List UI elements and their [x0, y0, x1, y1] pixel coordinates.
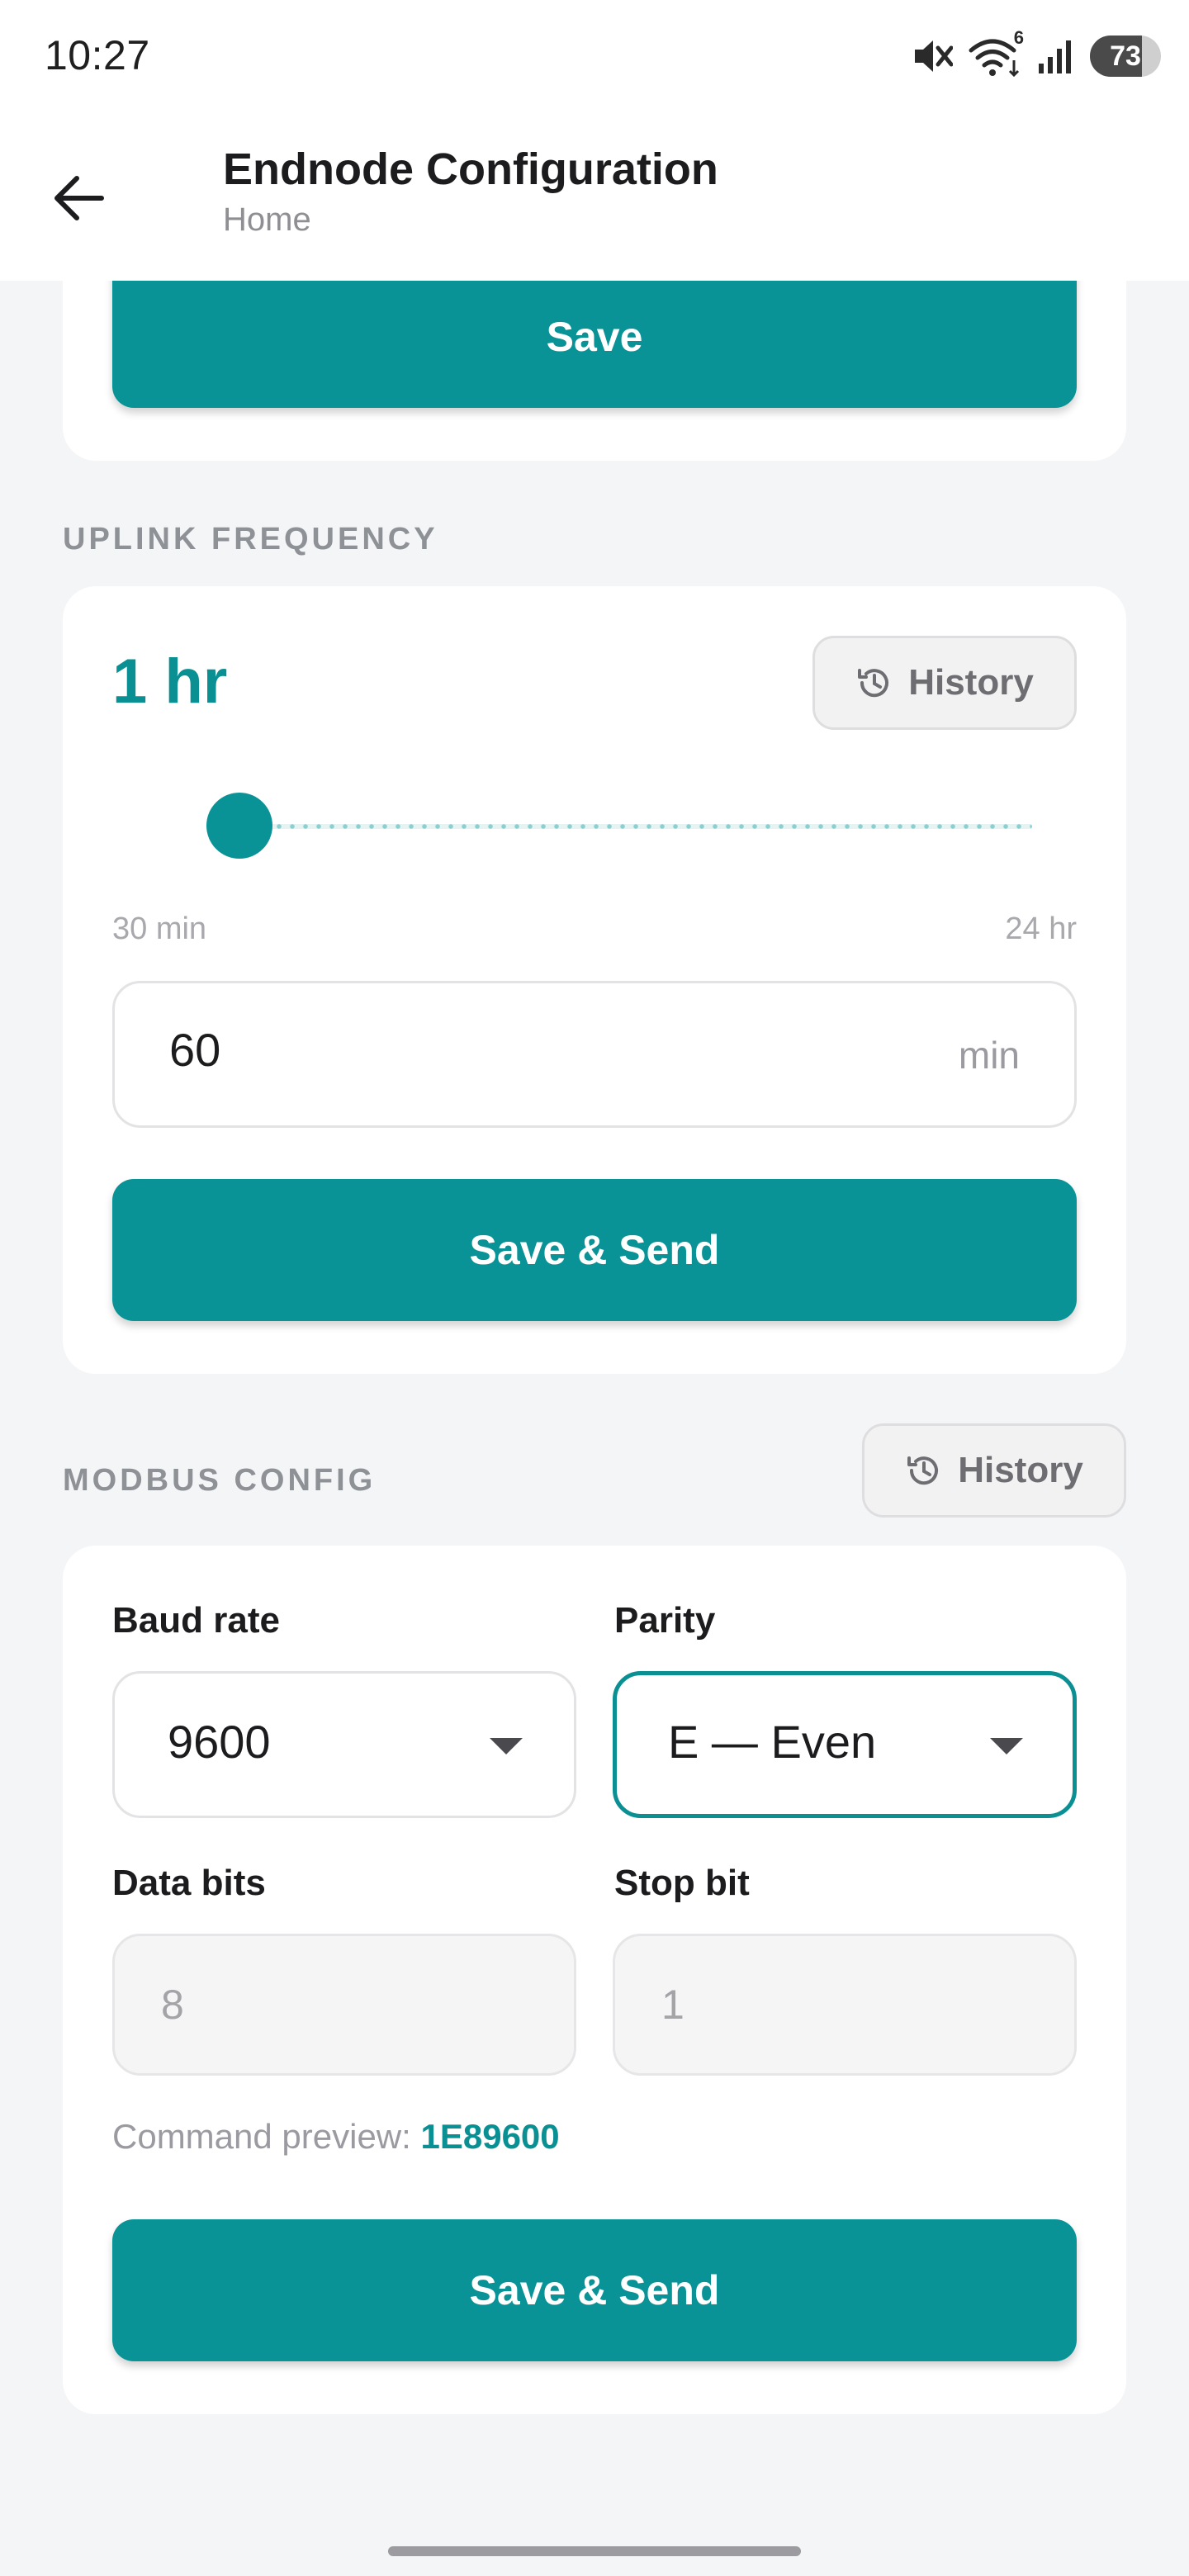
baud-rate-label: Baud rate: [112, 1600, 280, 1641]
stop-bit-value: 1: [661, 1982, 685, 2028]
battery-icon: 73: [1090, 36, 1161, 77]
history-icon: [858, 669, 889, 698]
command-preview-value: 1E89600: [420, 2117, 560, 2156]
slider-thumb[interactable]: [206, 793, 272, 859]
uplink-frequency-value: 1 hr: [112, 646, 228, 717]
page-title: Endnode Configuration: [223, 144, 718, 194]
parity-value: E — Even: [668, 1716, 877, 1768]
modbus-history-button[interactable]: History: [862, 1423, 1126, 1518]
uplink-frequency-slider[interactable]: [206, 793, 1032, 859]
modbus-config-card: Baud rate Parity 9600 E — Even Data bits…: [63, 1546, 1126, 2414]
uplink-minutes-suffix: min: [958, 1034, 1020, 1077]
history-label: History: [958, 1450, 1083, 1490]
stop-bit-field: 1: [613, 1934, 1077, 2076]
wifi-icon: 6: [968, 27, 1024, 77]
status-icons: 6 73: [912, 27, 1161, 79]
data-bits-field: 8: [112, 1934, 576, 2076]
uplink-history-button[interactable]: History: [812, 636, 1077, 730]
uplink-frequency-card: 1 hr History 30 min 24 hr 60 min Save & …: [63, 586, 1126, 1374]
baud-rate-select[interactable]: 9600: [112, 1671, 576, 1818]
stop-bit-label: Stop bit: [614, 1863, 750, 1903]
modbus-section-label: MODBUS CONFIG: [63, 1463, 377, 1498]
command-preview-label: Command preview:: [112, 2117, 411, 2156]
app-bar: Endnode Configuration Home: [0, 112, 1189, 281]
uplink-save-send-button[interactable]: Save & Send: [112, 1179, 1077, 1321]
mute-icon: [912, 36, 953, 76]
battery-level: 73: [1110, 40, 1141, 72]
data-bits-label: Data bits: [112, 1863, 266, 1903]
chevron-down-icon: [490, 1738, 523, 1754]
slider-min-label: 30 min: [112, 912, 207, 946]
slider-max-label: 24 hr: [1005, 912, 1077, 946]
signal-icon: [1037, 37, 1075, 75]
save-button[interactable]: Save: [112, 266, 1077, 408]
uplink-section-label: UPLINK FREQUENCY: [63, 522, 438, 556]
parity-select[interactable]: E — Even: [613, 1671, 1077, 1818]
history-label: History: [908, 662, 1034, 703]
baud-rate-value: 9600: [168, 1716, 271, 1768]
arrow-left-icon: [54, 176, 104, 220]
uplink-minutes-value: 60: [169, 1024, 221, 1076]
history-icon: [907, 1456, 939, 1485]
modbus-save-send-button[interactable]: Save & Send: [112, 2219, 1077, 2361]
parity-label: Parity: [614, 1600, 716, 1641]
command-preview: Command preview: 1E89600: [112, 2117, 560, 2157]
wifi-badge: 6: [1013, 27, 1024, 48]
chevron-down-icon: [990, 1738, 1023, 1754]
page-subtitle: Home: [223, 201, 311, 238]
data-bits-value: 8: [161, 1982, 184, 2028]
back-button[interactable]: [36, 157, 119, 239]
status-time: 10:27: [45, 32, 150, 78]
status-bar: 10:27 6 73: [0, 0, 1189, 112]
uplink-minutes-input[interactable]: 60 min: [112, 981, 1077, 1128]
slider-track[interactable]: [206, 824, 1032, 829]
home-indicator[interactable]: [388, 2546, 801, 2556]
